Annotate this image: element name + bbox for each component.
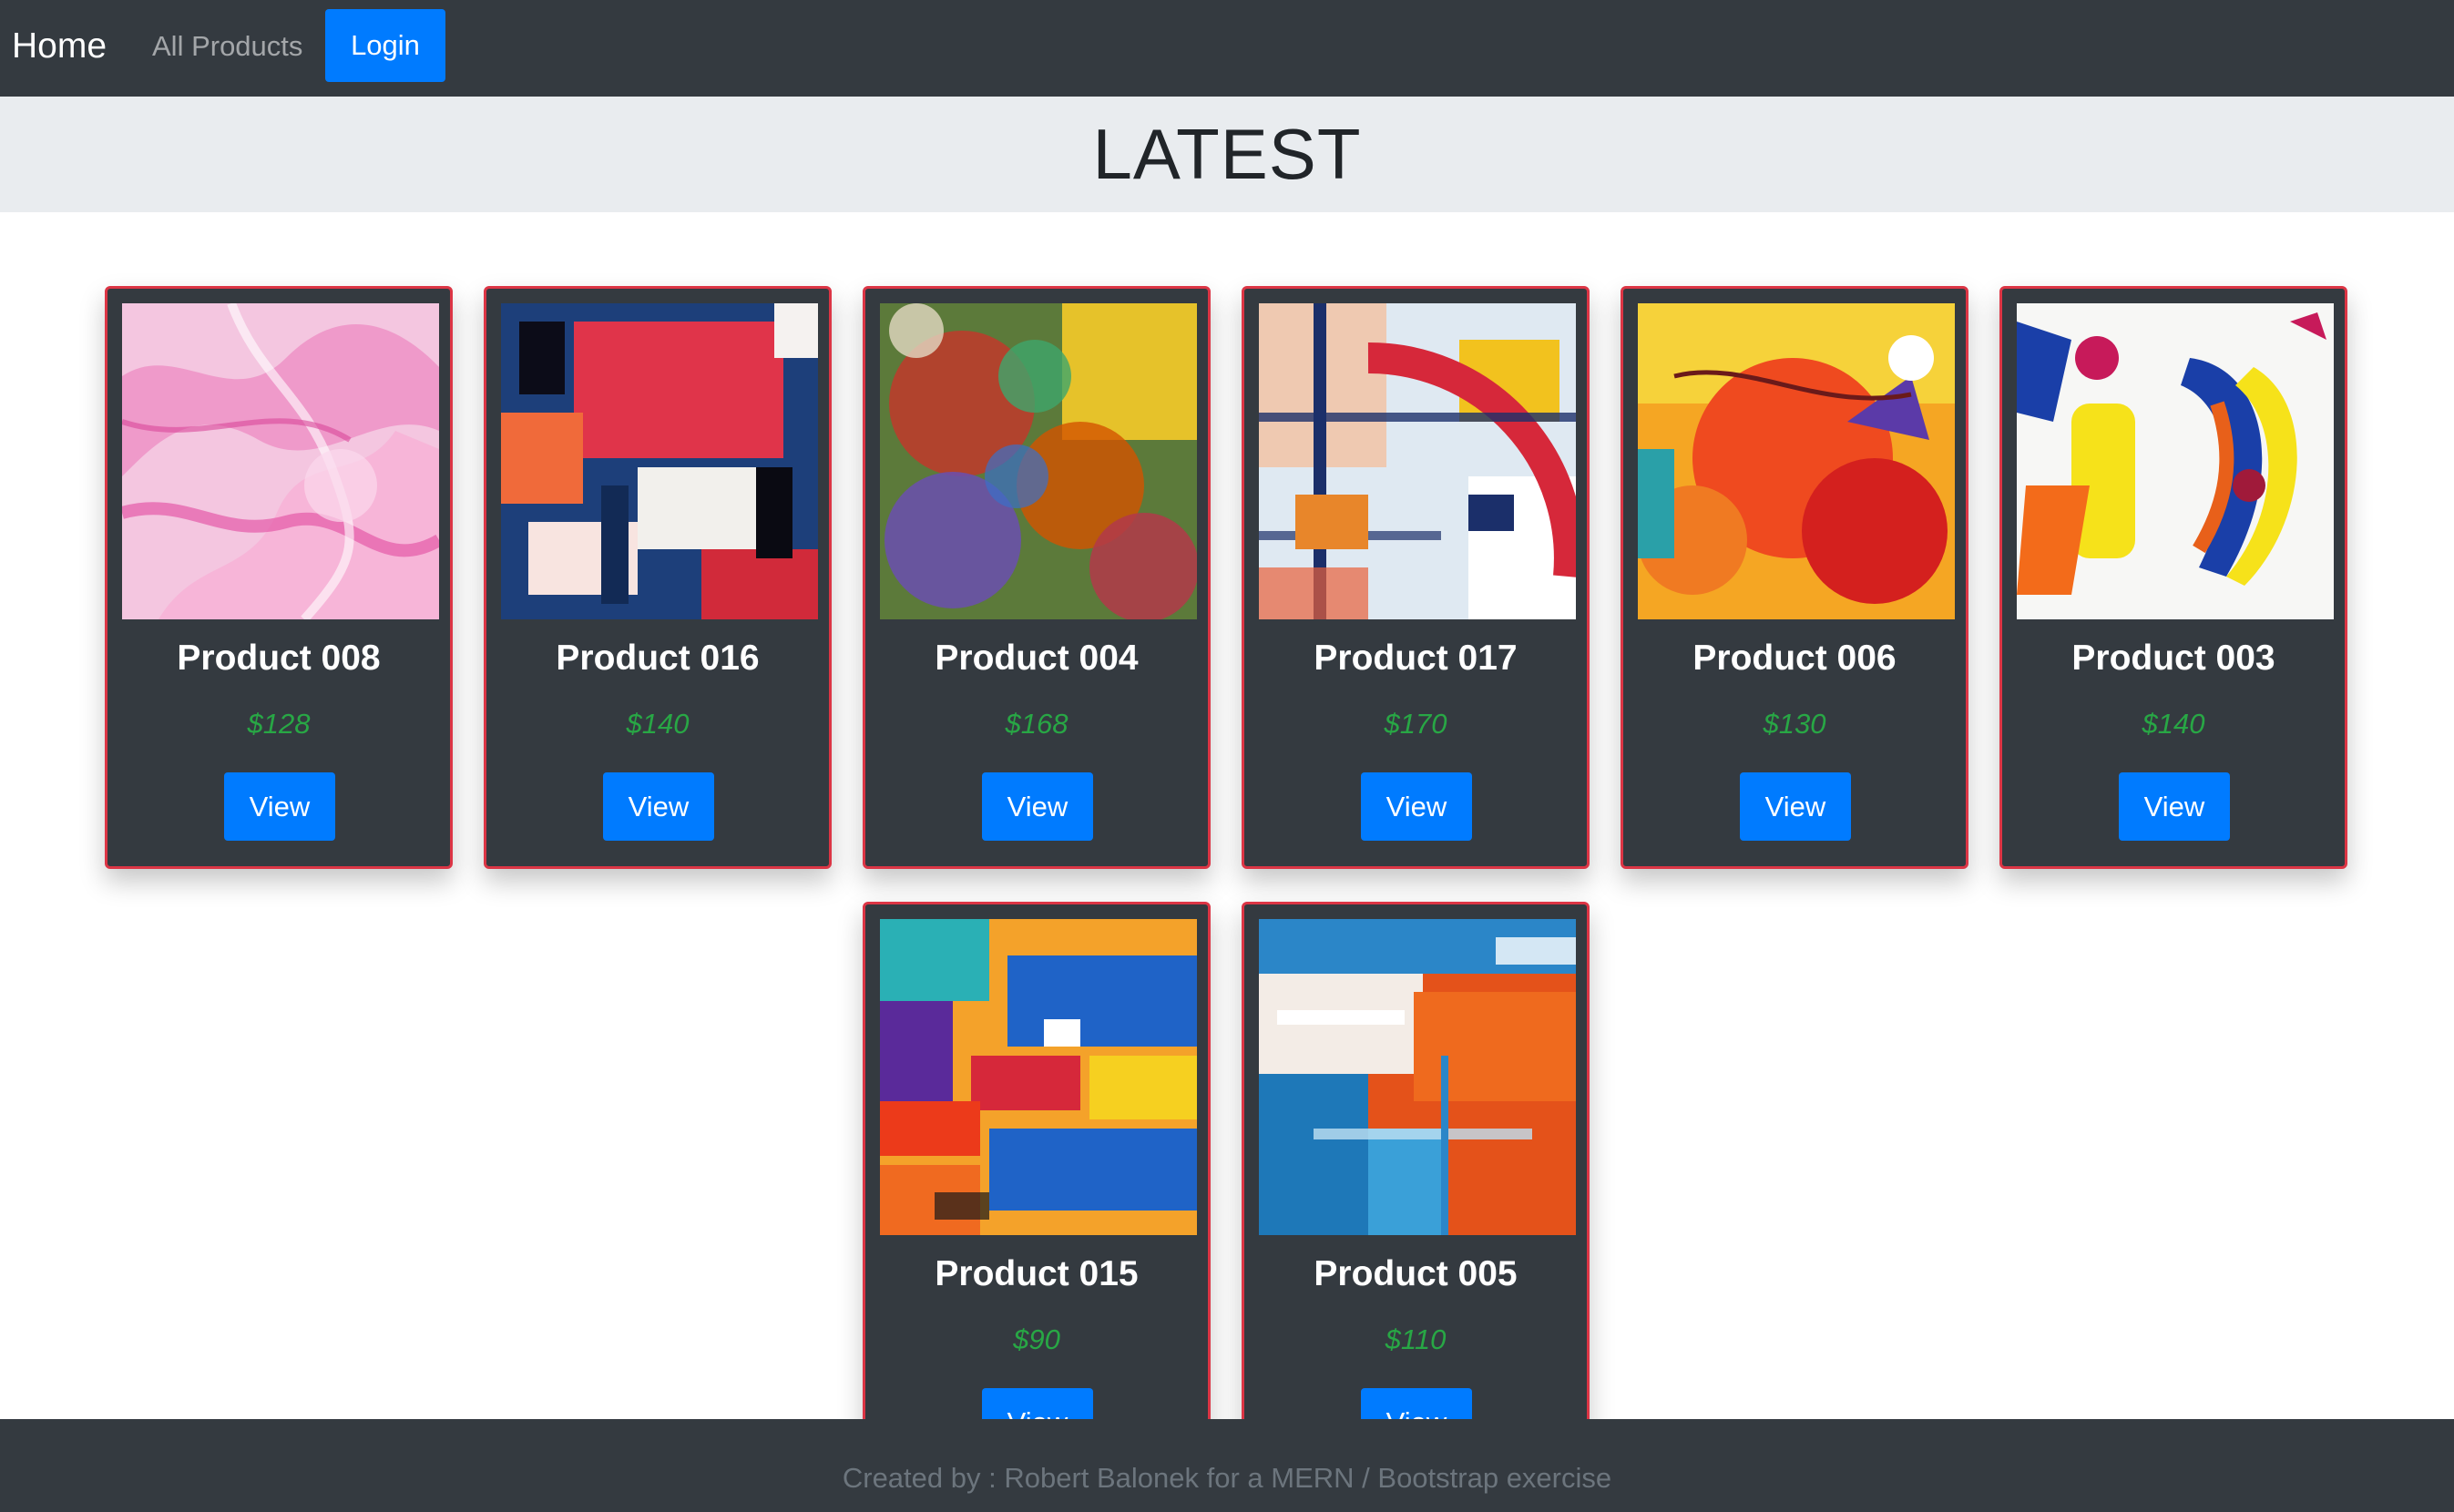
product-price: $90 xyxy=(1013,1323,1060,1355)
product-name: Product 008 xyxy=(177,639,381,678)
footer-credit: Created by : Robert Balonek for a MERN /… xyxy=(842,1462,1612,1494)
jumbotron: LATEST xyxy=(0,97,2454,212)
artwork-orange-red-splash xyxy=(1638,303,1955,619)
footer: Created by : Robert Balonek for a MERN /… xyxy=(0,1419,2454,1512)
nav-home-link[interactable]: Home xyxy=(12,20,107,73)
product-card: Product 008 $128 View xyxy=(105,286,453,869)
login-button[interactable]: Login xyxy=(325,9,445,82)
product-image[interactable] xyxy=(1638,303,1955,619)
product-card: Product 005 $110 View xyxy=(1242,902,1590,1485)
product-name: Product 015 xyxy=(935,1254,1139,1293)
page-title: LATEST xyxy=(1092,114,1362,194)
artwork-multicolor-texture xyxy=(880,303,1197,619)
product-name: Product 005 xyxy=(1314,1254,1518,1293)
product-price: $140 xyxy=(2142,708,2205,740)
product-price: $168 xyxy=(1005,708,1069,740)
product-name: Product 004 xyxy=(935,639,1139,678)
product-price: $140 xyxy=(626,708,690,740)
product-image[interactable] xyxy=(1259,919,1576,1235)
product-image[interactable] xyxy=(2017,303,2334,619)
view-button[interactable]: View xyxy=(2119,772,2230,841)
product-card: Product 016 $140 View xyxy=(484,286,832,869)
product-name: Product 003 xyxy=(2071,639,2275,678)
product-image[interactable] xyxy=(122,303,439,619)
artwork-red-arc-lines xyxy=(1259,303,1576,619)
artwork-orange-blue-white xyxy=(1259,919,1576,1235)
product-price: $128 xyxy=(247,708,311,740)
artwork-pink-marble xyxy=(122,303,439,619)
product-price: $130 xyxy=(1763,708,1826,740)
product-image[interactable] xyxy=(1259,303,1576,619)
view-button[interactable]: View xyxy=(1740,772,1851,841)
product-card: Product 004 $168 View xyxy=(863,286,1211,869)
view-button[interactable]: View xyxy=(224,772,335,841)
product-card: Product 017 $170 View xyxy=(1242,286,1590,869)
product-image[interactable] xyxy=(501,303,818,619)
product-image[interactable] xyxy=(880,303,1197,619)
navbar: Home All Products Login xyxy=(0,0,2454,97)
nav-all-products-link[interactable]: All Products xyxy=(152,20,302,73)
view-button[interactable]: View xyxy=(603,772,714,841)
product-card: Product 006 $130 View xyxy=(1621,286,1968,869)
artwork-red-blue-abstract xyxy=(501,303,818,619)
artwork-blocky-multicolor xyxy=(880,919,1197,1235)
page: Home All Products Login LATEST Product 0… xyxy=(0,0,2454,1512)
product-image[interactable] xyxy=(880,919,1197,1235)
product-name: Product 017 xyxy=(1314,639,1518,678)
view-button[interactable]: View xyxy=(982,772,1093,841)
view-button[interactable]: View xyxy=(1361,772,1472,841)
product-name: Product 006 xyxy=(1692,639,1897,678)
product-name: Product 016 xyxy=(556,639,760,678)
product-price: $110 xyxy=(1385,1323,1447,1355)
product-price: $170 xyxy=(1384,708,1447,740)
artwork-yellow-blue-strokes xyxy=(2017,303,2334,619)
product-card: Product 015 $90 View xyxy=(863,902,1211,1485)
product-card: Product 003 $140 View xyxy=(1999,286,2347,869)
